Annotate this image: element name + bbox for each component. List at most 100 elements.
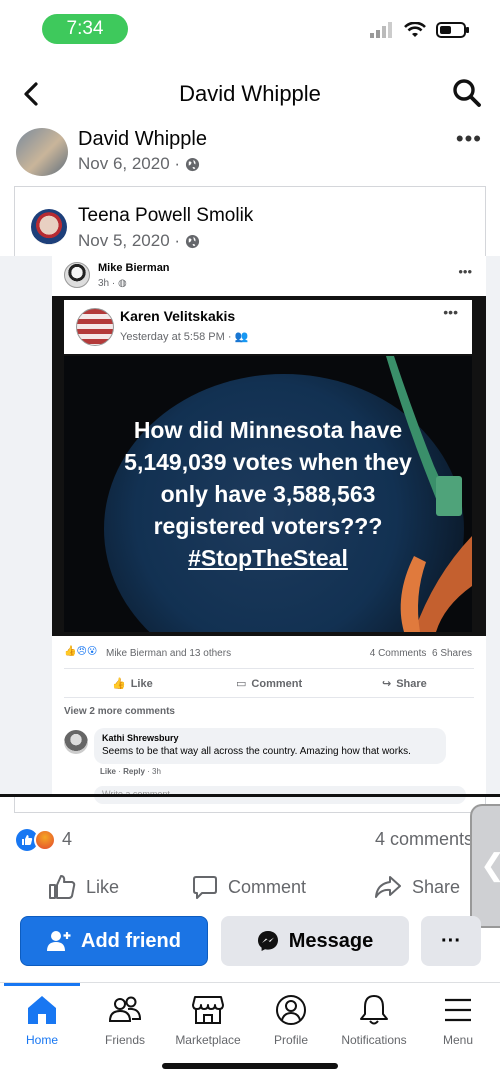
tab-label: Marketplace [175, 1033, 241, 1047]
inner-reactions-row: 👍😠😮 Mike Bierman and 13 others 4 Comment… [52, 640, 486, 666]
avatar [64, 730, 88, 754]
inner-comment: ▭ Comment [236, 677, 303, 691]
status-bar: 7:34 [0, 0, 500, 58]
tab-notifications[interactable]: Notifications [332, 993, 416, 1047]
profile-actions: Add friend Message ··· [0, 914, 500, 970]
post-more-options-icon[interactable]: ••• [456, 126, 482, 152]
shared-date: Nov 5, 2020 · [78, 231, 200, 251]
meme-hashtag: #StopTheSteal [188, 545, 348, 571]
wifi-icon [404, 22, 426, 37]
card-time: Yesterday at 5:58 PM · 👥 [120, 330, 248, 343]
add-friend-button[interactable]: Add friend [20, 916, 208, 966]
home-indicator [162, 1063, 338, 1069]
meme-line: only have 3,588,563 [160, 481, 376, 507]
inner-like: 👍 Like [112, 677, 153, 691]
inner-post-header: Mike Bierman 3h · ◍ ••• [52, 256, 486, 296]
avatar[interactable] [31, 209, 67, 245]
inner-comment-label: Comment [251, 677, 303, 690]
share-button[interactable]: Share [374, 874, 460, 900]
post-date-text: Nov 6, 2020 · [78, 154, 181, 173]
meme-line: 5,149,039 votes when they [124, 449, 412, 475]
angry-reaction-icon [34, 829, 56, 851]
inner-time-text: 3h · [98, 278, 119, 289]
search-icon[interactable] [452, 78, 482, 108]
comment-meta: Like · Reply · 3h [100, 767, 161, 776]
add-friend-icon [47, 931, 71, 951]
profile-icon [276, 995, 306, 1025]
add-friend-label: Add friend [81, 929, 181, 952]
comment-reply: Reply [123, 767, 145, 776]
page-title: David Whipple [179, 81, 321, 106]
comment-text: Seems to be that way all across the coun… [102, 746, 411, 757]
comment-label: Comment [228, 876, 307, 897]
bell-icon [360, 995, 388, 1025]
shared-author[interactable]: Teena Powell Smolik [78, 205, 253, 227]
marketplace-icon [192, 996, 224, 1024]
tab-label: Friends [104, 1033, 145, 1047]
shared-post-footer [14, 797, 486, 813]
tab-marketplace[interactable]: Marketplace [166, 993, 250, 1047]
inner-shared-card: Karen Velitskakis Yesterday at 5:58 PM ·… [52, 296, 486, 636]
shared-date-text: Nov 5, 2020 · [78, 231, 181, 250]
post-action-row: Like Comment Share [0, 868, 500, 908]
more-options-button[interactable]: ··· [421, 916, 481, 966]
more-options-icon: ••• [458, 264, 472, 279]
avatar [76, 308, 114, 346]
like-button[interactable]: Like [48, 874, 119, 900]
message-label: Message [288, 929, 374, 952]
post-header: David Whipple Nov 6, 2020 · ••• [0, 124, 500, 182]
inner-author: Mike Bierman [98, 262, 170, 274]
avatar [64, 262, 90, 288]
inner-share: ↪ Share [382, 677, 427, 691]
like-label: Like [86, 876, 120, 897]
more-options-icon: ••• [443, 304, 458, 320]
inner-action-row: 👍 Like ▭ Comment ↪ Share [64, 668, 474, 698]
like-icon [49, 875, 76, 899]
friends-icon: 👥 [234, 331, 249, 343]
post-date: Nov 6, 2020 · [78, 154, 200, 174]
card-time-text: Yesterday at 5:58 PM · [120, 331, 232, 343]
comment-author: Kathi Shrewsbury [102, 733, 179, 743]
reaction-count: 4 [62, 829, 73, 849]
inner-reactions-text: Mike Bierman and 13 others [106, 648, 232, 659]
message-button[interactable]: Message [221, 916, 409, 966]
messenger-icon [257, 931, 278, 951]
post-author[interactable]: David Whipple [78, 128, 207, 151]
tab-menu[interactable]: Menu [416, 993, 500, 1047]
menu-icon [445, 998, 471, 1022]
nav-header: David Whipple [0, 64, 500, 122]
comment-time: 3h [152, 767, 161, 776]
battery-icon [436, 22, 469, 38]
tab-label: Home [25, 1033, 58, 1047]
comments-count[interactable]: 4 comments [375, 829, 473, 850]
inner-like-label: Like [130, 677, 153, 690]
active-tab-indicator [4, 983, 80, 986]
reaction-icons: 👍😠😮 [64, 646, 98, 657]
chevron-left-icon: ❮ [480, 848, 500, 883]
tab-home[interactable]: Home [0, 993, 84, 1047]
card-header: Karen Velitskakis Yesterday at 5:58 PM ·… [64, 300, 472, 354]
friends-icon [108, 996, 142, 1022]
tab-profile[interactable]: Profile [249, 993, 333, 1047]
comment-like: Like [100, 767, 117, 776]
tab-friends[interactable]: Friends [83, 993, 167, 1047]
comment-bubble: Kathi Shrewsbury Seems to be that way al… [94, 728, 446, 764]
meme-text: How did Minnesota have 5,149,039 votes w… [64, 414, 472, 574]
globe-icon [186, 234, 200, 248]
inner-share-label: Share [396, 677, 427, 690]
comment-button[interactable]: Comment [192, 874, 306, 900]
share-label: Share [412, 876, 461, 897]
comment-icon: ▭ [236, 678, 247, 690]
status-time: 7:34 [42, 14, 128, 44]
like-icon: 👍 [112, 678, 126, 690]
inner-comments-shares: 4 Comments 6 Shares [369, 648, 472, 659]
tab-label: Notifications [341, 1033, 407, 1047]
card-author: Karen Velitskakis [120, 308, 236, 324]
reactions-row[interactable]: 4 4 comments [0, 825, 500, 855]
cellular-signal-icon [370, 22, 392, 38]
shared-screenshot-image[interactable]: Mike Bierman 3h · ◍ ••• Karen Velitskaki… [0, 256, 500, 804]
globe-icon: ◍ [118, 278, 127, 289]
inner-time: 3h · ◍ [98, 278, 127, 289]
avatar[interactable] [16, 128, 68, 176]
side-drawer-handle[interactable]: ❮ [470, 804, 500, 928]
